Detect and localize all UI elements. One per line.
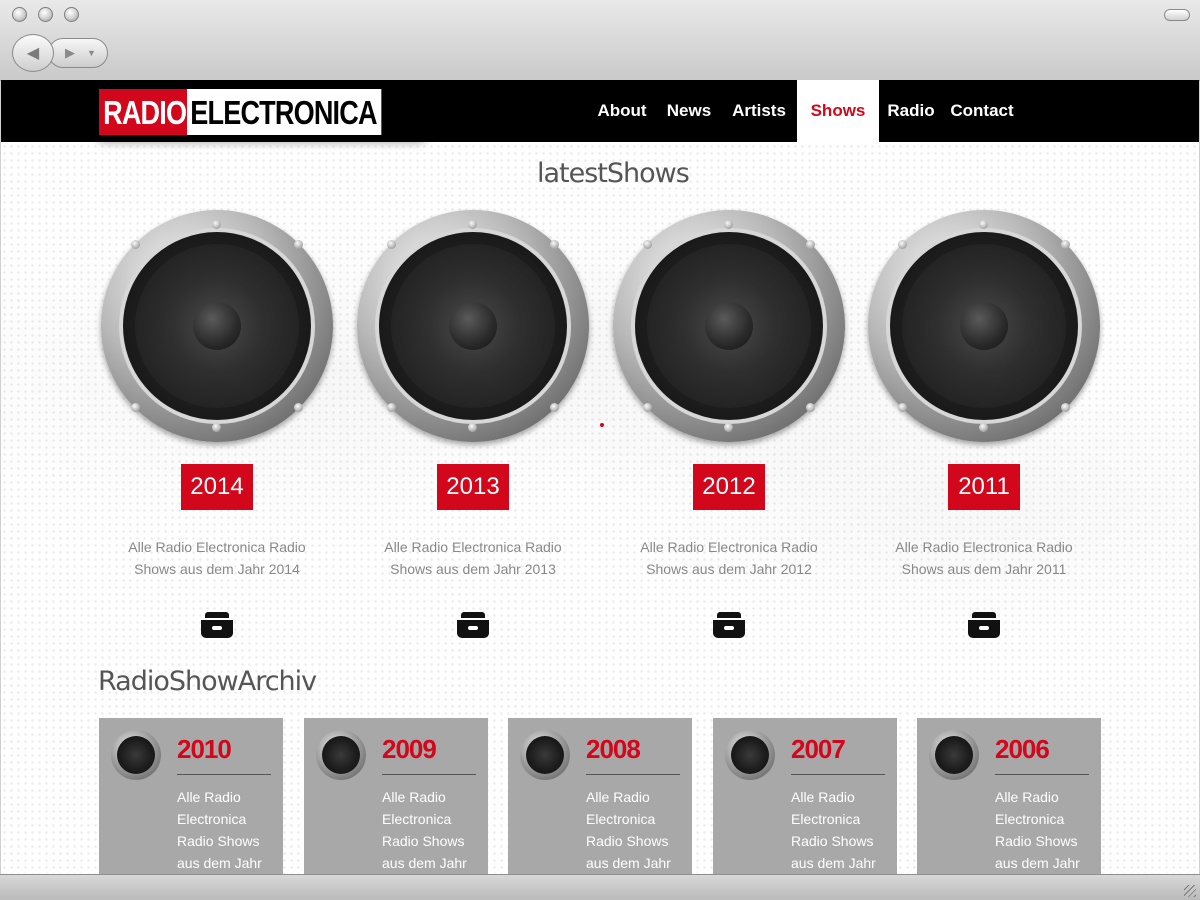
site-logo[interactable]: RADIO ELECTRONICA xyxy=(99,89,425,135)
speaker-thumbnail xyxy=(316,730,366,780)
year-badge[interactable]: 2012 xyxy=(693,464,765,510)
resize-grip-icon[interactable] xyxy=(1184,885,1196,897)
page-viewport: RADIO ELECTRONICA About News Artists Sho… xyxy=(1,80,1199,874)
year-badge[interactable]: 2011 xyxy=(948,464,1020,510)
browser-status-bar xyxy=(0,874,1200,900)
archive-year: 2009 xyxy=(382,734,437,764)
archive-card[interactable]: 2007 Alle Radio Electronica Radio Shows … xyxy=(713,718,897,874)
archive-year: 2006 xyxy=(995,734,1050,764)
divider xyxy=(586,774,680,775)
minimize-window-button[interactable] xyxy=(38,7,53,22)
archive-box-icon[interactable] xyxy=(713,612,745,638)
speaker-image xyxy=(868,210,1100,442)
browser-toolbar: ▶ ▼ ◀ xyxy=(0,0,1200,81)
back-button[interactable]: ◀ xyxy=(12,34,54,72)
show-description: Alle Radio Electronica Radio Shows aus d… xyxy=(128,539,306,577)
logo-electronica: ELECTRONICA xyxy=(187,89,382,135)
logo-radio: RADIO xyxy=(99,89,190,135)
forward-button[interactable]: ▶ ▼ xyxy=(48,38,108,68)
archive-description: Alle Radio Electronica Radio Shows aus d… xyxy=(995,789,1080,871)
site-header: RADIO ELECTRONICA About News Artists Sho… xyxy=(1,80,1199,142)
archive-card[interactable]: 2010 Alle Radio Electronica Radio Shows … xyxy=(99,718,283,874)
nav-shows[interactable]: Shows xyxy=(797,80,879,142)
nav-radio[interactable]: Radio xyxy=(879,80,943,142)
nav-contact[interactable]: Contact xyxy=(943,80,1021,142)
speaker-thumbnail xyxy=(929,730,979,780)
show-description: Alle Radio Electronica Radio Shows aus d… xyxy=(895,539,1073,577)
year-badge[interactable]: 2014 xyxy=(181,464,253,510)
browser-window: ▶ ▼ ◀ RADIO ELECTRONICA About News Artist… xyxy=(0,0,1200,900)
speaker-thumbnail xyxy=(725,730,775,780)
back-arrow-icon: ◀ xyxy=(26,45,40,62)
toolbar-toggle-button[interactable] xyxy=(1164,9,1190,21)
forward-arrow-icon: ▶ xyxy=(65,45,75,60)
year-badge[interactable]: 2013 xyxy=(437,464,509,510)
archive-description: Alle Radio Electronica Radio Shows aus d… xyxy=(791,789,876,871)
archive-year: 2007 xyxy=(791,734,846,764)
archive-year: 2010 xyxy=(177,734,232,764)
carousel-indicator[interactable] xyxy=(600,423,604,427)
show-card[interactable]: 2011 Alle Radio Electronica Radio Shows … xyxy=(864,210,1104,638)
divider xyxy=(382,774,476,775)
show-description: Alle Radio Electronica Radio Shows aus d… xyxy=(384,539,562,577)
archive-title: RadioShowArchiv xyxy=(98,666,317,697)
speaker-thumbnail xyxy=(111,730,161,780)
archive-year: 2008 xyxy=(586,734,641,764)
archive-description: Alle Radio Electronica Radio Shows aus d… xyxy=(586,789,671,871)
speaker-thumbnail xyxy=(520,730,570,780)
archive-description: Alle Radio Electronica Radio Shows aus d… xyxy=(382,789,467,871)
close-window-button[interactable] xyxy=(12,7,27,22)
zoom-window-button[interactable] xyxy=(64,7,79,22)
divider xyxy=(995,774,1089,775)
main-nav: About News Artists Shows Radio Contact xyxy=(587,80,1021,142)
nav-artists[interactable]: Artists xyxy=(721,80,797,142)
nav-news[interactable]: News xyxy=(657,80,721,142)
show-card[interactable]: 2014 Alle Radio Electronica Radio Shows … xyxy=(97,210,337,638)
divider xyxy=(177,774,271,775)
chevron-down-icon: ▼ xyxy=(87,48,96,58)
archive-box-icon[interactable] xyxy=(457,612,489,638)
speaker-image xyxy=(101,210,333,442)
speaker-image xyxy=(613,210,845,442)
archive-description: Alle Radio Electronica Radio Shows aus d… xyxy=(177,789,262,871)
latest-shows-title: latestShows xyxy=(537,158,690,189)
nav-about[interactable]: About xyxy=(587,80,657,142)
speaker-image xyxy=(357,210,589,442)
archive-box-icon[interactable] xyxy=(201,612,233,638)
divider xyxy=(791,774,885,775)
archive-card[interactable]: 2009 Alle Radio Electronica Radio Shows … xyxy=(304,718,488,874)
archive-card[interactable]: 2006 Alle Radio Electronica Radio Shows … xyxy=(917,718,1101,874)
archive-card[interactable]: 2008 Alle Radio Electronica Radio Shows … xyxy=(508,718,692,874)
show-card[interactable]: 2013 Alle Radio Electronica Radio Shows … xyxy=(353,210,593,638)
archive-box-icon[interactable] xyxy=(968,612,1000,638)
show-description: Alle Radio Electronica Radio Shows aus d… xyxy=(640,539,818,577)
show-card[interactable]: 2012 Alle Radio Electronica Radio Shows … xyxy=(609,210,849,638)
